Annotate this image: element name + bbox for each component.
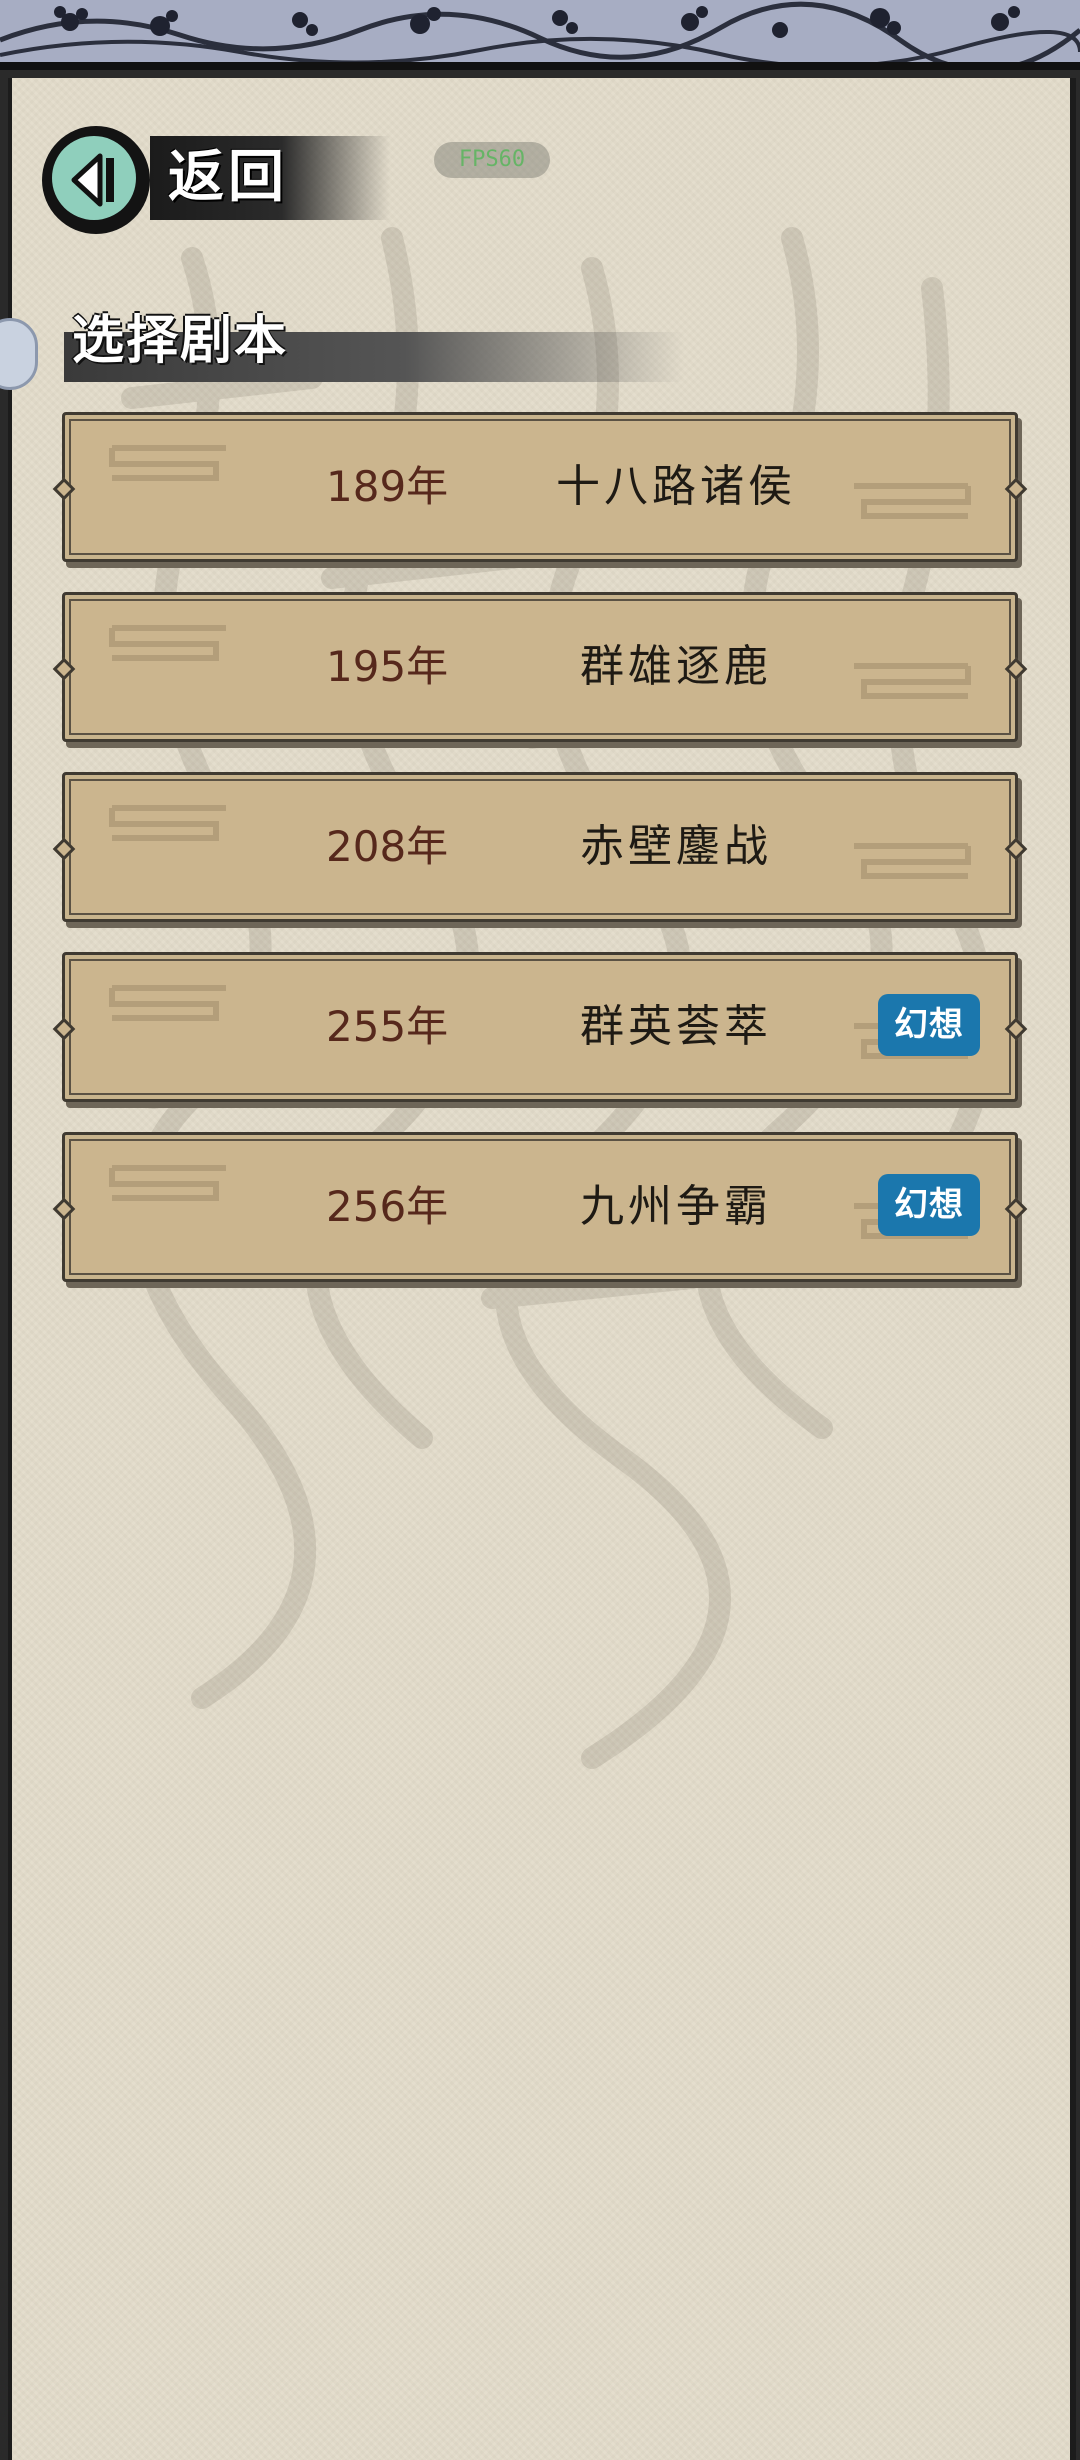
page-title: 选择剧本	[72, 311, 289, 371]
scenario-year: 195年	[326, 642, 449, 691]
scenario-card-189[interactable]: 189年 十八路诸侯	[62, 412, 1018, 562]
scenario-year: 256年	[326, 1182, 449, 1231]
scenario-card-195[interactable]: 195年 群雄逐鹿	[62, 592, 1018, 742]
scroll-ornament-icon	[854, 663, 971, 699]
scenario-card-256[interactable]: 256年 九州争霸 幻想	[62, 1132, 1018, 1282]
scroll-ornament-icon	[109, 445, 226, 481]
scroll-ornament-icon	[109, 985, 226, 1021]
fantasy-badge: 幻想	[878, 1174, 980, 1236]
scroll-ornament-icon	[854, 483, 971, 519]
scroll-ornament-icon	[854, 843, 971, 879]
scenario-card-208[interactable]: 208年 赤壁鏖战	[62, 772, 1018, 922]
scroll-ornament-icon	[109, 1165, 226, 1201]
scenario-name: 群英荟萃	[580, 1001, 772, 1052]
scenario-card-255[interactable]: 255年 群英荟萃 幻想	[62, 952, 1018, 1102]
scenario-name: 九州争霸	[580, 1181, 772, 1232]
scenario-name: 十八路诸侯	[556, 461, 796, 512]
scroll-ornament-icon	[109, 805, 226, 841]
fps-counter: FPS60	[434, 142, 550, 178]
scenario-name: 赤壁鏖战	[580, 821, 772, 872]
scenario-year: 208年	[326, 822, 449, 871]
scroll-ornament-icon	[109, 625, 226, 661]
scenario-year: 255年	[326, 1002, 449, 1051]
fantasy-badge: 幻想	[878, 994, 980, 1056]
scenario-year: 189年	[326, 462, 449, 511]
decorative-top-border	[0, 0, 1080, 70]
floral-pattern	[0, 1, 1080, 70]
back-button-label[interactable]: 返回	[168, 140, 288, 216]
back-arrow-icon[interactable]	[38, 122, 154, 238]
scenario-name: 群雄逐鹿	[580, 641, 772, 692]
scenario-select-screen: 返回 FPS60 选择剧本 189年 十八路诸侯 195年 群雄逐鹿 208年 …	[0, 0, 1080, 2460]
